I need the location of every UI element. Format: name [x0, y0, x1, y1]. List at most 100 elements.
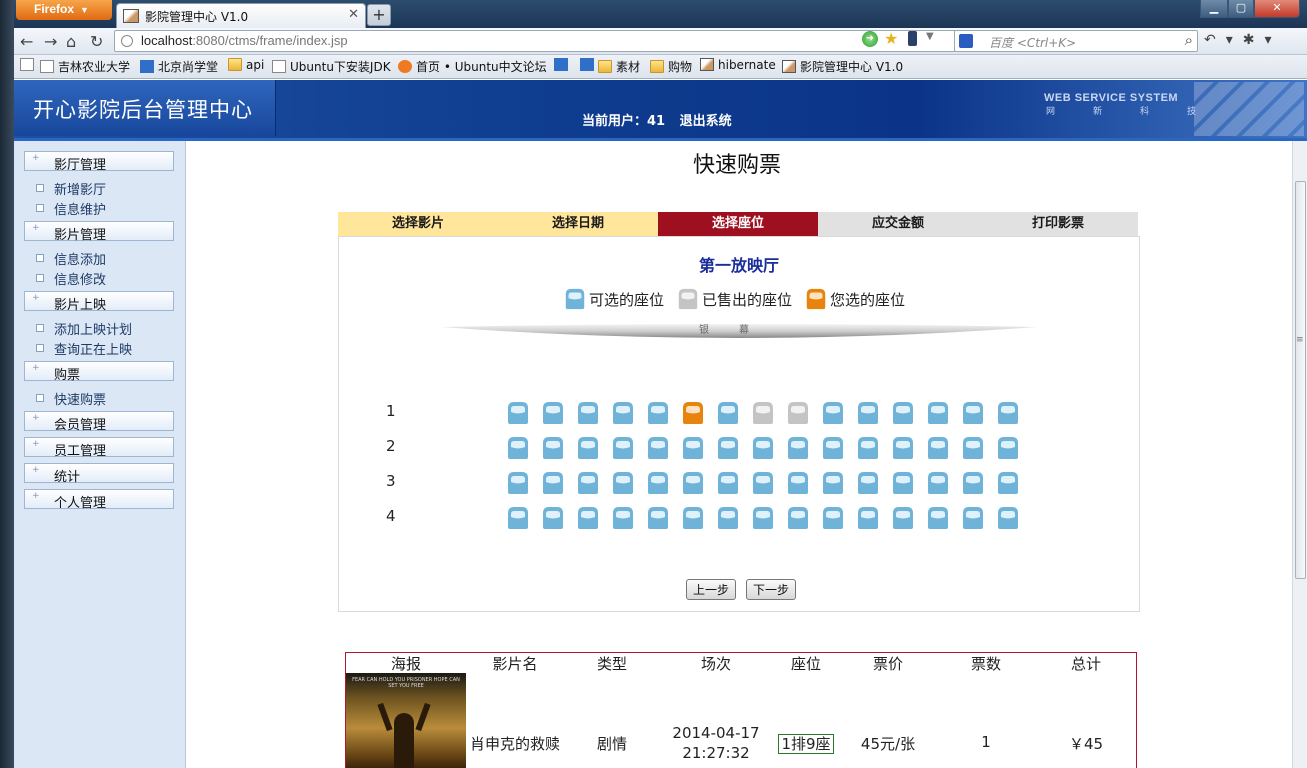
available-seat-icon[interactable]	[925, 435, 951, 461]
bookmarks-toggle-icon[interactable]	[20, 58, 38, 72]
previous-step-button[interactable]: 上一步	[686, 579, 737, 600]
available-seat-icon[interactable]	[820, 505, 846, 531]
menu-group-stats[interactable]: 统计	[24, 463, 174, 485]
next-step-button[interactable]: 下一步	[746, 579, 797, 600]
back-arrow-icon[interactable]: ←	[20, 32, 33, 51]
forward-arrow-icon[interactable]: →	[44, 32, 57, 51]
available-seat-icon[interactable]	[960, 400, 986, 426]
browser-tab[interactable]: 影院管理中心 V1.0 ✕	[116, 3, 366, 28]
window-maximize-button[interactable]: ▢	[1228, 0, 1254, 18]
url-bar[interactable]: localhost:8080/ctms/frame/index.jsp	[114, 30, 960, 52]
available-seat-icon[interactable]	[610, 400, 636, 426]
search-bar[interactable]: 百度 <Ctrl+K> ⌕	[954, 30, 1198, 52]
bookmark-item[interactable]: api	[228, 58, 264, 72]
available-seat-icon[interactable]	[925, 505, 951, 531]
available-seat-icon[interactable]	[925, 470, 951, 496]
available-seat-icon[interactable]	[645, 470, 671, 496]
bookmark-item[interactable]: 素材	[598, 58, 640, 75]
new-tab-button[interactable]: +	[367, 4, 391, 26]
mobile-sync-icon[interactable]	[908, 31, 917, 46]
available-seat-icon[interactable]	[890, 400, 916, 426]
available-seat-icon[interactable]	[680, 435, 706, 461]
close-tab-icon[interactable]: ✕	[348, 7, 359, 22]
available-seat-icon[interactable]	[610, 435, 636, 461]
available-seat-icon[interactable]	[540, 470, 566, 496]
bookmark-item[interactable]	[580, 58, 598, 72]
menu-item-add-schedule[interactable]: 添加上映计划	[34, 319, 132, 338]
bookmark-item[interactable]: Ubuntu下安装JDK	[272, 58, 391, 75]
available-seat-icon[interactable]	[540, 435, 566, 461]
logout-link[interactable]: 退出系统	[680, 114, 732, 129]
available-seat-icon[interactable]	[715, 505, 741, 531]
available-seat-icon[interactable]	[855, 435, 881, 461]
available-seat-icon[interactable]	[820, 470, 846, 496]
bookmark-item[interactable]: 吉林农业大学	[40, 58, 130, 75]
bookmark-item[interactable]: 购物	[650, 58, 692, 75]
available-seat-icon[interactable]	[995, 505, 1021, 531]
menu-group-hall[interactable]: 影厅管理	[24, 151, 174, 173]
bookmark-item[interactable]: hibernate	[700, 58, 776, 72]
menu-group-member[interactable]: 会员管理	[24, 411, 174, 433]
available-seat-icon[interactable]	[575, 505, 601, 531]
available-seat-icon[interactable]	[505, 400, 531, 426]
available-seat-icon[interactable]	[715, 470, 741, 496]
bookmark-item[interactable]	[554, 58, 572, 72]
bookmark-item[interactable]: 北京尚学堂	[140, 58, 218, 75]
available-seat-icon[interactable]	[505, 470, 531, 496]
available-seat-icon[interactable]	[855, 470, 881, 496]
menu-item-quick-ticket[interactable]: 快速购票	[34, 389, 106, 408]
toolbar-extras-icon[interactable]: ↶▾✱▾	[1204, 32, 1282, 48]
available-seat-icon[interactable]	[785, 435, 811, 461]
menu-group-movie[interactable]: 影片管理	[24, 221, 174, 243]
selected-seat-icon[interactable]	[680, 400, 706, 426]
scrollbar-thumb[interactable]	[1295, 181, 1306, 579]
go-icon[interactable]: ➜	[862, 31, 878, 47]
search-icon[interactable]: ⌕	[1185, 31, 1193, 49]
url-history-dropdown-icon[interactable]: ▼	[926, 31, 934, 42]
available-seat-icon[interactable]	[540, 400, 566, 426]
available-seat-icon[interactable]	[995, 435, 1021, 461]
available-seat-icon[interactable]	[610, 505, 636, 531]
available-seat-icon[interactable]	[610, 470, 636, 496]
menu-item-hall-info[interactable]: 信息维护	[34, 199, 106, 218]
available-seat-icon[interactable]	[855, 400, 881, 426]
available-seat-icon[interactable]	[995, 470, 1021, 496]
available-seat-icon[interactable]	[715, 435, 741, 461]
available-seat-icon[interactable]	[785, 470, 811, 496]
available-seat-icon[interactable]	[960, 470, 986, 496]
available-seat-icon[interactable]	[540, 505, 566, 531]
available-seat-icon[interactable]	[680, 470, 706, 496]
available-seat-icon[interactable]	[645, 435, 671, 461]
available-seat-icon[interactable]	[715, 400, 741, 426]
available-seat-icon[interactable]	[750, 505, 776, 531]
window-minimize-button[interactable]: ▁	[1200, 0, 1228, 18]
bookmark-star-icon[interactable]: ★	[884, 29, 898, 48]
available-seat-icon[interactable]	[785, 505, 811, 531]
menu-item-edit-movie[interactable]: 信息修改	[34, 269, 106, 288]
available-seat-icon[interactable]	[855, 505, 881, 531]
available-seat-icon[interactable]	[505, 505, 531, 531]
available-seat-icon[interactable]	[820, 400, 846, 426]
available-seat-icon[interactable]	[925, 400, 951, 426]
window-close-button[interactable]: ✕	[1254, 0, 1300, 18]
available-seat-icon[interactable]	[750, 470, 776, 496]
menu-group-staff[interactable]: 员工管理	[24, 437, 174, 459]
menu-item-add-movie[interactable]: 信息添加	[34, 249, 106, 268]
home-icon[interactable]: ⌂	[66, 32, 76, 51]
bookmark-item[interactable]: 首页 • Ubuntu中文论坛	[398, 58, 547, 75]
available-seat-icon[interactable]	[645, 400, 671, 426]
available-seat-icon[interactable]	[995, 400, 1021, 426]
available-seat-icon[interactable]	[820, 435, 846, 461]
available-seat-icon[interactable]	[890, 470, 916, 496]
firefox-menu-button[interactable]: Firefox ▼	[16, 0, 112, 20]
available-seat-icon[interactable]	[505, 435, 531, 461]
search-engine-icon[interactable]	[959, 34, 973, 48]
available-seat-icon[interactable]	[960, 435, 986, 461]
reload-icon[interactable]: ↻	[90, 32, 103, 51]
available-seat-icon[interactable]	[575, 400, 601, 426]
menu-item-add-hall[interactable]: 新增影厅	[34, 179, 106, 198]
available-seat-icon[interactable]	[890, 505, 916, 531]
available-seat-icon[interactable]	[750, 435, 776, 461]
menu-item-query-showing[interactable]: 查询正在上映	[34, 339, 132, 358]
available-seat-icon[interactable]	[575, 435, 601, 461]
